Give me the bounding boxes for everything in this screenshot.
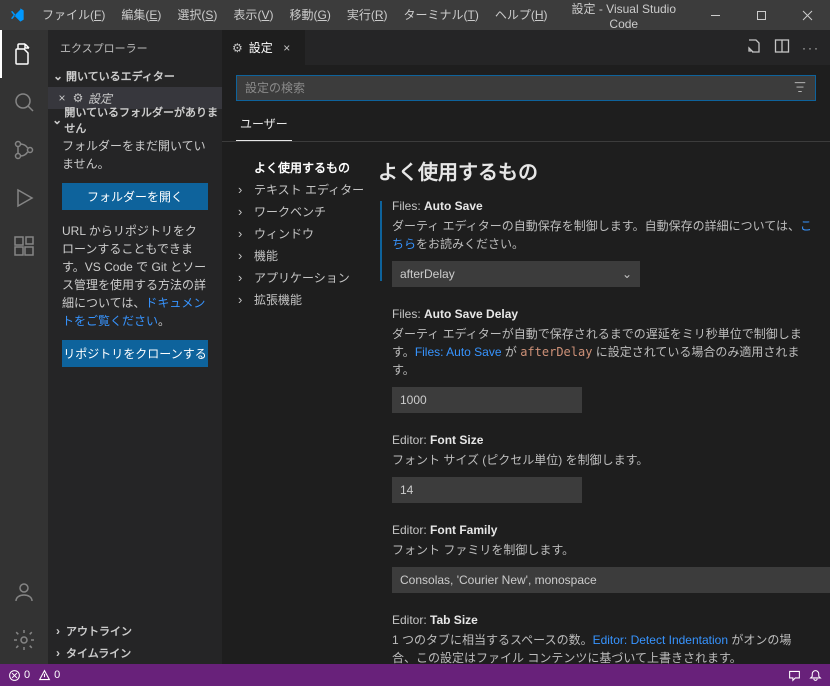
- open-settings-json-icon[interactable]: [746, 38, 762, 57]
- outline-header[interactable]: › アウトライン: [48, 620, 222, 642]
- setting-files-auto-save-delay: Files: Auto Save Delay ダーティ エディターが自動で保存さ…: [378, 307, 812, 413]
- settings-search-input[interactable]: [245, 81, 793, 95]
- setting-editor-font-size: Editor: Font Size フォント サイズ (ピクセル単位) を制御し…: [378, 433, 812, 503]
- font-size-input[interactable]: [392, 477, 582, 503]
- setting-editor-tab-size: Editor: Tab Size 1 つのタブに相当するスペースの数。Edito…: [378, 613, 812, 664]
- chevron-down-icon: ⌄: [50, 69, 66, 83]
- split-editor-icon[interactable]: [774, 38, 790, 57]
- vscode-logo-icon: [0, 7, 34, 23]
- editor-actions: ···: [736, 30, 830, 65]
- menu-terminal[interactable]: ターミナル(T): [396, 0, 487, 30]
- activity-accounts-icon[interactable]: [0, 568, 48, 616]
- settings-slider-icon: ⚙: [70, 91, 86, 105]
- menu-selection[interactable]: 選択(S): [169, 0, 225, 30]
- close-icon[interactable]: ×: [54, 91, 70, 105]
- settings-slider-icon: ⚙: [232, 41, 243, 55]
- no-folder-body: フォルダーをまだ開いていません。 フォルダーを開く URL からリポジトリをクロ…: [48, 131, 222, 385]
- toc-item-application[interactable]: ›アプリケーション: [238, 266, 372, 288]
- no-folder-message: フォルダーをまだ開いていません。: [62, 137, 208, 173]
- menu-file[interactable]: ファイル(F): [34, 0, 113, 30]
- open-folder-button[interactable]: フォルダーを開く: [62, 183, 208, 210]
- minimize-button[interactable]: [692, 0, 738, 30]
- chevron-right-icon: ›: [238, 292, 252, 307]
- status-feedback-icon[interactable]: [788, 669, 801, 682]
- chevron-down-icon: ⌄: [622, 267, 632, 281]
- explorer-sidebar: エクスプローラー ⌄ 開いているエディター × ⚙ 設定 ⌄ 開いているフォルダ…: [48, 30, 222, 664]
- open-editors-header[interactable]: ⌄ 開いているエディター: [48, 65, 222, 87]
- more-actions-icon[interactable]: ···: [802, 41, 820, 55]
- activity-search-icon[interactable]: [0, 78, 48, 126]
- tab-bar: ⚙ 設定 × ···: [222, 30, 830, 65]
- clone-repo-button[interactable]: リポジトリをクローンする: [62, 340, 208, 367]
- chevron-right-icon: ›: [238, 204, 252, 219]
- settings-editor: ユーザー よく使用するもの ›テキスト エディター ›ワークベンチ ›ウィンドウ…: [222, 65, 830, 664]
- main-area: エクスプローラー ⌄ 開いているエディター × ⚙ 設定 ⌄ 開いているフォルダ…: [0, 30, 830, 664]
- menu-go[interactable]: 移動(G): [281, 0, 338, 30]
- settings-list[interactable]: よく使用するもの Files: Auto Save ダーティ エディターの自動保…: [372, 142, 830, 664]
- chevron-right-icon: ›: [238, 248, 252, 263]
- auto-save-select[interactable]: afterDelay ⌄: [392, 261, 640, 287]
- sidebar-title: エクスプローラー: [48, 30, 222, 65]
- settings-search-box[interactable]: [236, 75, 816, 101]
- title-bar: ファイル(F) 編集(E) 選択(S) 表示(V) 移動(G) 実行(R) ター…: [0, 0, 830, 30]
- toc-item-workbench[interactable]: ›ワークベンチ: [238, 200, 372, 222]
- chevron-right-icon: ›: [50, 624, 66, 638]
- status-errors[interactable]: 0: [8, 669, 30, 682]
- activity-run-debug-icon[interactable]: [0, 174, 48, 222]
- close-button[interactable]: [784, 0, 830, 30]
- settings-group-title: よく使用するもの: [378, 156, 812, 185]
- chevron-right-icon: ›: [238, 226, 252, 241]
- toc-item-window[interactable]: ›ウィンドウ: [238, 222, 372, 244]
- clone-message: URL からリポジトリをクローンすることもできます。VS Code で Git …: [62, 222, 208, 330]
- toc-item-extensions[interactable]: ›拡張機能: [238, 288, 372, 310]
- chevron-right-icon: ›: [50, 646, 66, 660]
- maximize-button[interactable]: [738, 0, 784, 30]
- activity-bar: [0, 30, 48, 664]
- activity-settings-icon[interactable]: [0, 616, 48, 664]
- window-title: 設定 - Visual Studio Code: [556, 0, 692, 31]
- close-icon[interactable]: ×: [279, 41, 295, 55]
- detect-indentation-link[interactable]: Editor: Detect Indentation: [593, 633, 728, 647]
- toc-item-text-editor[interactable]: ›テキスト エディター: [238, 178, 372, 200]
- activity-explorer-icon[interactable]: [0, 30, 48, 78]
- timeline-header[interactable]: › タイムライン: [48, 642, 222, 664]
- settings-scope-tabs: ユーザー: [222, 107, 830, 142]
- menu-edit[interactable]: 編集(E): [113, 0, 169, 30]
- filter-icon[interactable]: [793, 80, 807, 97]
- scope-tab-user[interactable]: ユーザー: [236, 107, 292, 141]
- toc-item-features[interactable]: ›機能: [238, 244, 372, 266]
- auto-save-delay-input[interactable]: [392, 387, 582, 413]
- no-folder-header[interactable]: ⌄ 開いているフォルダーがありません: [48, 109, 222, 131]
- auto-save-link[interactable]: Files: Auto Save: [415, 345, 502, 359]
- activity-source-control-icon[interactable]: [0, 126, 48, 174]
- status-bell-icon[interactable]: [809, 669, 822, 682]
- font-family-input[interactable]: [392, 567, 830, 593]
- setting-files-auto-save: Files: Auto Save ダーティ エディターの自動保存を制御します。自…: [378, 199, 812, 287]
- menu-bar: ファイル(F) 編集(E) 選択(S) 表示(V) 移動(G) 実行(R) ター…: [34, 0, 556, 30]
- menu-view[interactable]: 表示(V): [225, 0, 281, 30]
- chevron-right-icon: ›: [238, 182, 252, 197]
- status-bar: 0 0: [0, 664, 830, 686]
- tab-settings[interactable]: ⚙ 設定 ×: [222, 30, 306, 65]
- setting-editor-font-family: Editor: Font Family フォント ファミリを制御します。: [378, 523, 812, 593]
- toc-item-common[interactable]: よく使用するもの: [238, 156, 372, 178]
- menu-help[interactable]: ヘルプ(H): [487, 0, 556, 30]
- menu-run[interactable]: 実行(R): [339, 0, 396, 30]
- status-warnings[interactable]: 0: [38, 669, 60, 682]
- settings-toc: よく使用するもの ›テキスト エディター ›ワークベンチ ›ウィンドウ ›機能 …: [222, 142, 372, 664]
- editor-area: ⚙ 設定 × ··· ユーザー: [222, 30, 830, 664]
- activity-extensions-icon[interactable]: [0, 222, 48, 270]
- chevron-right-icon: ›: [238, 270, 252, 285]
- window-controls: [692, 0, 830, 30]
- chevron-down-icon: ⌄: [50, 113, 64, 127]
- tab-label: 設定: [249, 39, 273, 56]
